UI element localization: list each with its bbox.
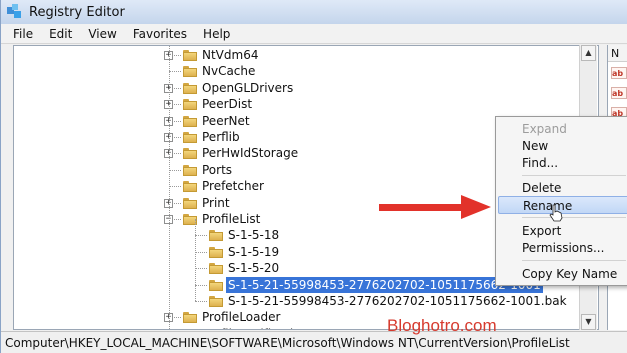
tree-connector-line <box>195 284 207 286</box>
tree-row[interactable]: + OpenGLDrivers <box>14 80 598 96</box>
menu-view[interactable]: View <box>80 27 124 41</box>
folder-icon <box>183 99 197 111</box>
tree-label[interactable]: Print <box>200 195 232 211</box>
folder-icon <box>183 312 197 324</box>
folder-icon <box>183 164 197 176</box>
tree-label[interactable]: NvCache <box>200 63 257 79</box>
registry-editor-icon <box>7 4 23 20</box>
tree-label[interactable]: S-1-5-20 <box>226 260 281 276</box>
menu-file[interactable]: File <box>5 27 41 41</box>
context-menu: Expand New Find... Delete Rename Export … <box>495 116 627 286</box>
tree-row[interactable]: + ProfileLoader <box>14 309 598 325</box>
context-menu-delete[interactable]: Delete <box>498 179 627 197</box>
context-menu-find[interactable]: Find... <box>498 154 627 172</box>
tree-row[interactable]: S-1-5-21-55998453-2776202702-1051175662-… <box>14 293 598 309</box>
tree-connector-line <box>169 169 181 171</box>
registry-editor-window: Registry Editor File Edit View Favorites… <box>0 0 627 353</box>
folder-icon <box>183 132 197 143</box>
context-menu-new[interactable]: New <box>498 137 627 155</box>
folder-icon <box>209 230 223 242</box>
tree-label[interactable]: Ports <box>200 162 234 178</box>
folder-icon <box>209 279 223 291</box>
tree-label[interactable]: Perflib <box>200 129 242 145</box>
tree-connector-line <box>169 186 181 188</box>
string-value-icon[interactable]: ab <box>611 87 627 99</box>
tree-connector-line <box>195 301 207 302</box>
menu-bar: File Edit View Favorites Help <box>1 24 627 44</box>
tree-row[interactable]: NvCache <box>14 63 598 79</box>
string-value-icon[interactable]: ab <box>611 67 627 79</box>
tree-connector-line <box>195 251 207 253</box>
tree-row[interactable]: + NtVdm64 <box>14 47 598 63</box>
tree-branch-line <box>195 219 196 302</box>
folder-icon <box>209 246 223 258</box>
scroll-down-arrow-icon[interactable]: ▼ <box>581 314 596 330</box>
context-menu-separator <box>522 217 626 218</box>
tree-connector-line <box>195 268 207 270</box>
tree-label[interactable]: PeerDist <box>200 96 254 112</box>
folder-icon <box>209 263 223 275</box>
tree-label[interactable]: Prefetcher <box>200 178 266 194</box>
tree-label[interactable]: ProfileList <box>200 211 262 227</box>
values-column-header[interactable]: N <box>608 45 627 62</box>
folder-icon <box>183 50 197 61</box>
red-arrow-annotation-icon <box>379 195 491 219</box>
scroll-up-arrow-icon[interactable]: ▲ <box>581 45 596 61</box>
context-menu-separator <box>522 175 626 176</box>
tree-label[interactable]: PerHwIdStorage <box>200 145 300 161</box>
tree-label[interactable]: S-1-5-19 <box>226 244 281 260</box>
tree-label[interactable]: S-1-5-18 <box>226 227 281 243</box>
tree-label[interactable]: ProfileLoader <box>200 309 282 325</box>
tree-row[interactable]: + PeerDist <box>14 96 598 112</box>
context-menu-separator <box>522 260 626 261</box>
status-bar-path: Computer\HKEY_LOCAL_MACHINE\SOFTWARE\Mic… <box>1 331 627 353</box>
tree-label[interactable]: ProfileNotification <box>200 326 310 329</box>
menu-favorites[interactable]: Favorites <box>125 27 195 41</box>
tree-label[interactable]: OpenGLDrivers <box>200 80 295 96</box>
context-menu-copy-key-name[interactable]: Copy Key Name <box>498 265 627 283</box>
menu-help[interactable]: Help <box>195 27 238 41</box>
folder-icon <box>183 66 197 78</box>
menu-edit[interactable]: Edit <box>41 27 80 41</box>
watermark: Bloghotro.com <box>387 316 497 335</box>
folder-icon <box>183 115 197 127</box>
folder-icon <box>183 82 197 94</box>
context-menu-export[interactable]: Export <box>498 222 627 240</box>
hand-cursor-icon <box>549 204 563 222</box>
folder-icon <box>209 296 223 307</box>
tree-trunk-line <box>169 46 170 329</box>
context-menu-expand[interactable]: Expand <box>498 120 627 138</box>
tree-connector-line <box>195 235 207 237</box>
tree-label[interactable]: S-1-5-21-55998453-2776202702-1051175662-… <box>226 293 569 309</box>
context-menu-permissions[interactable]: Permissions... <box>498 239 627 257</box>
folder-icon <box>183 148 197 160</box>
title-bar[interactable]: Registry Editor <box>1 0 627 24</box>
tree-label[interactable]: NtVdm64 <box>200 47 260 63</box>
tree-connector-line <box>169 71 181 73</box>
tree-row[interactable]: +ProfileNotification <box>14 326 598 329</box>
folder-icon <box>183 181 197 193</box>
folder-icon <box>183 197 197 209</box>
tree-label[interactable]: PeerNet <box>200 113 252 129</box>
folder-icon <box>183 328 197 329</box>
window-title: Registry Editor <box>29 4 125 20</box>
